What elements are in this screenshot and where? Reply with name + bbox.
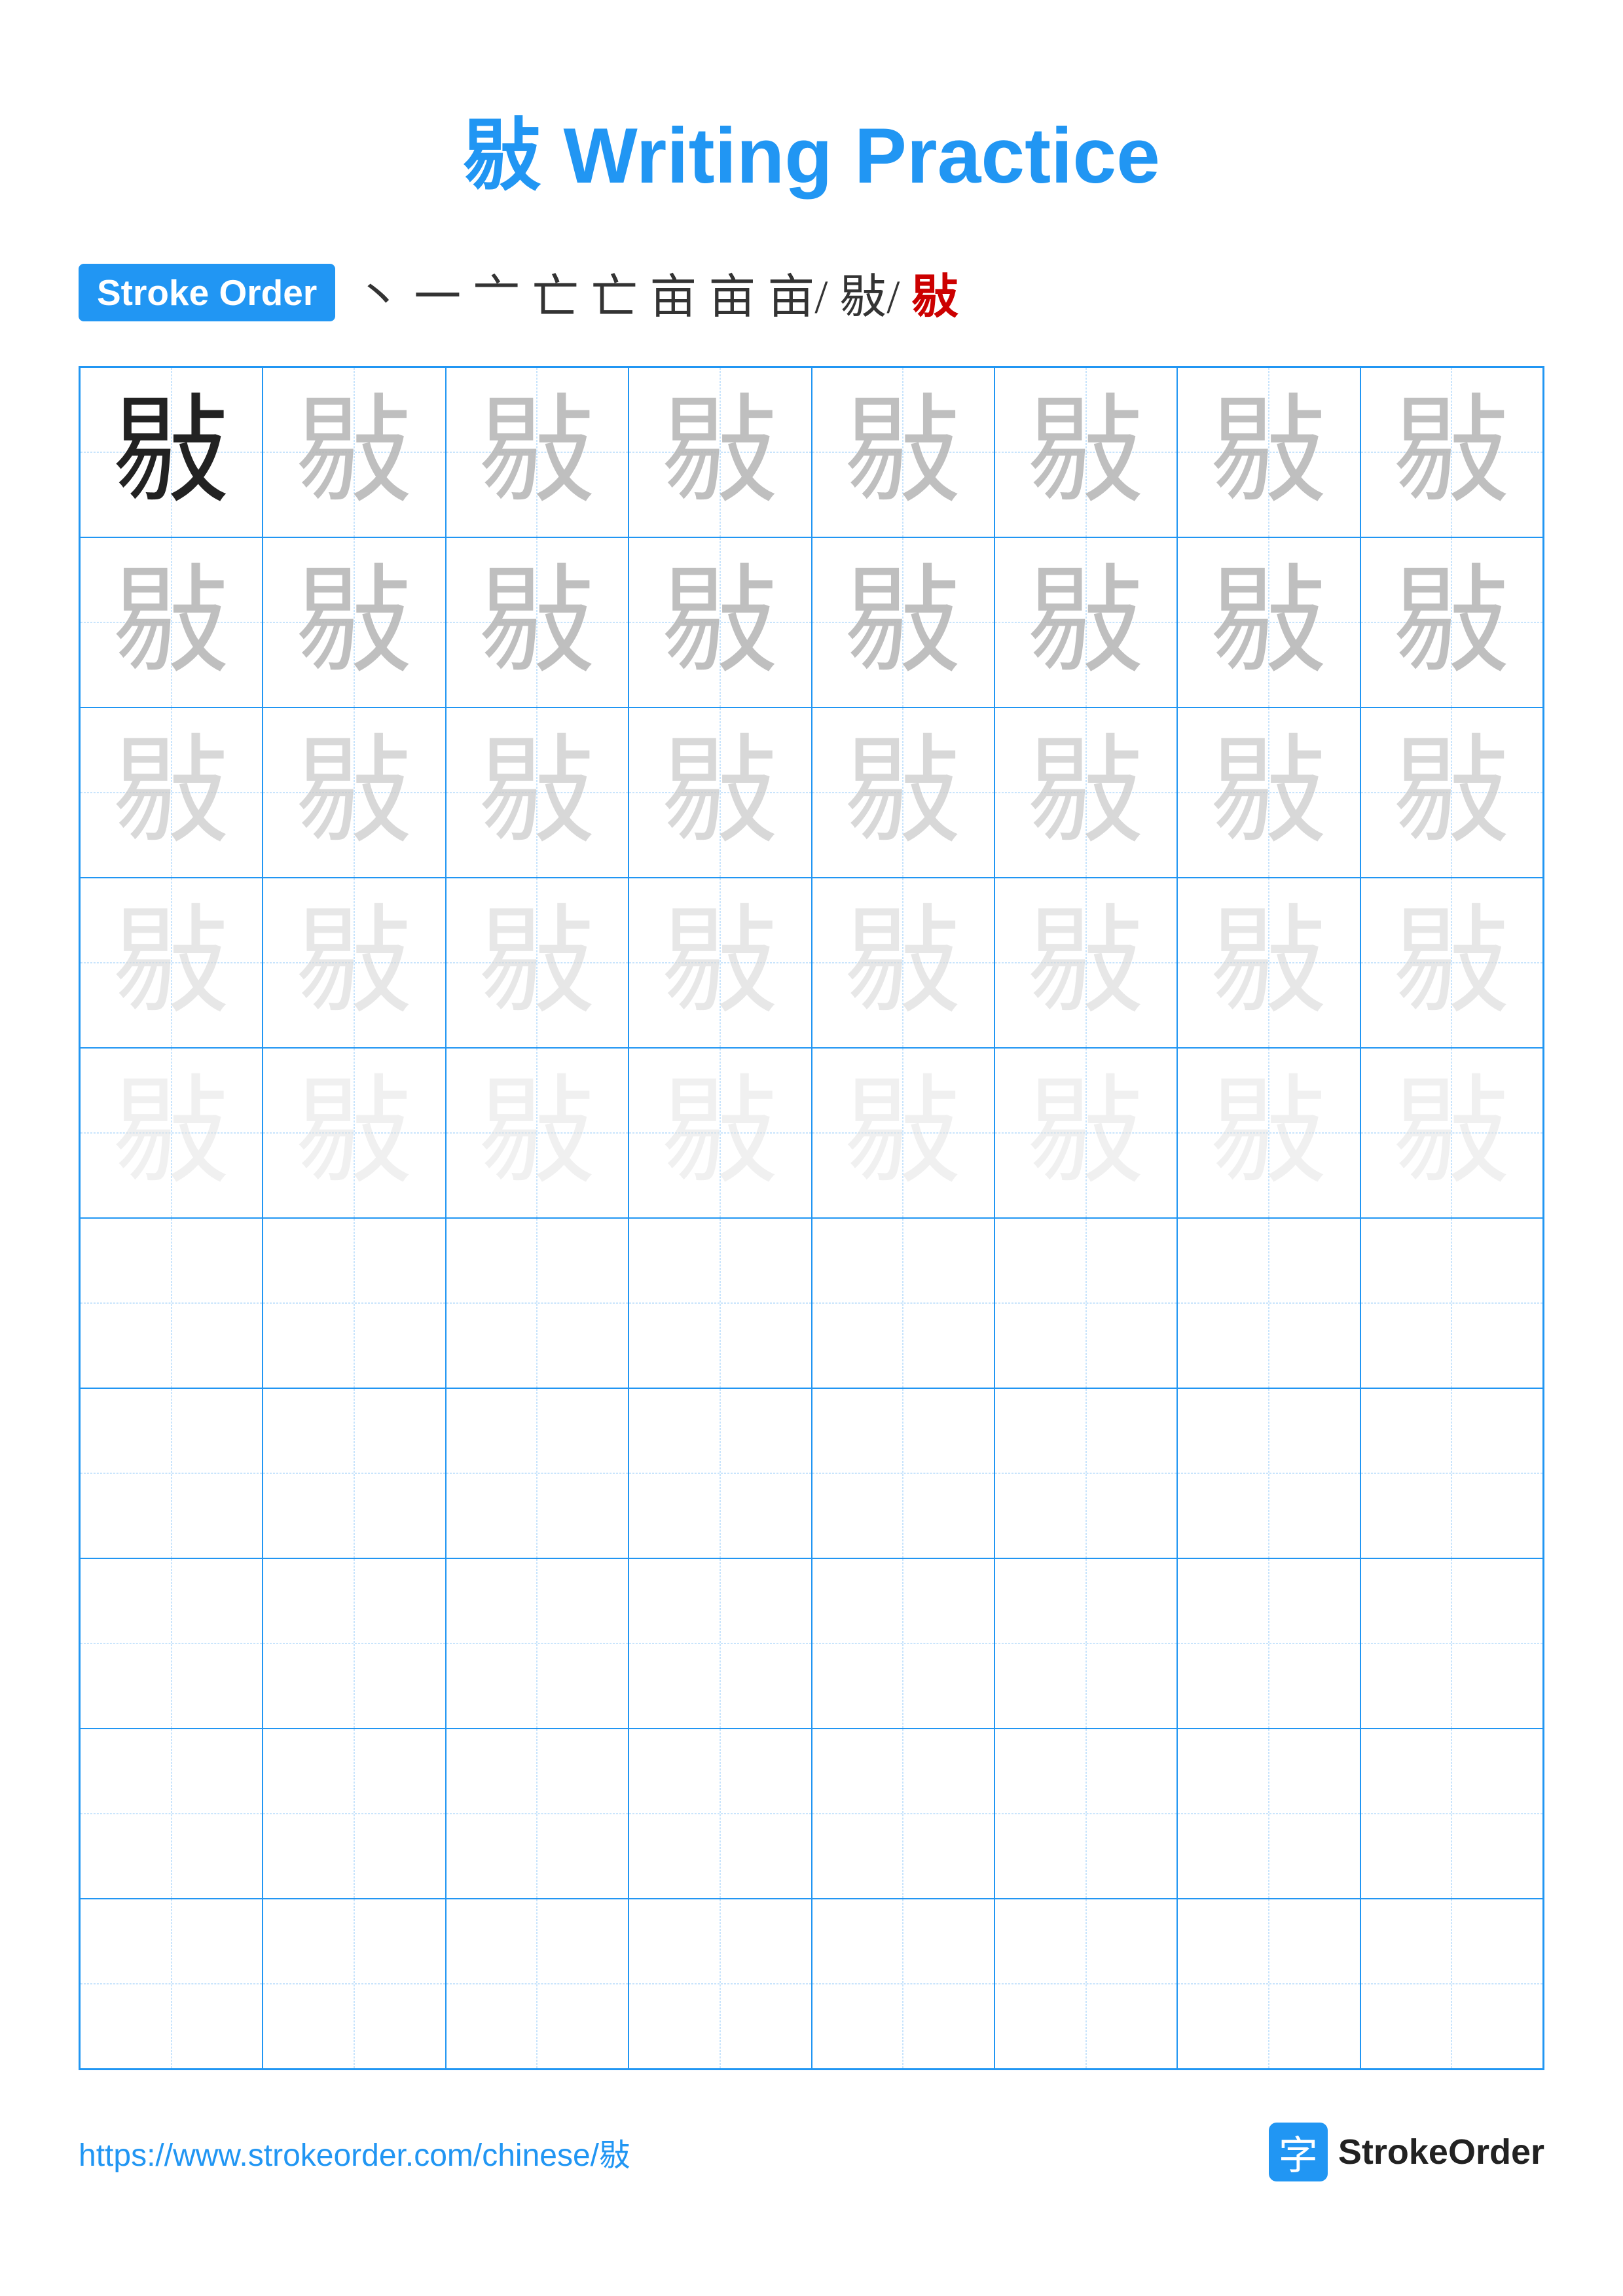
grid-cell[interactable] <box>1177 1218 1360 1388</box>
grid-cell[interactable] <box>629 1899 811 2069</box>
grid-cell[interactable]: 敡 <box>1360 367 1543 537</box>
grid-cell[interactable] <box>994 1558 1177 1729</box>
strokeorder-logo-icon: 字 <box>1269 2123 1328 2181</box>
grid-cell[interactable] <box>812 1218 994 1388</box>
grid-cell[interactable] <box>994 1388 1177 1558</box>
grid-cell[interactable] <box>629 1558 811 1729</box>
grid-cell[interactable]: 敡 <box>812 367 994 537</box>
grid-cell[interactable] <box>812 1729 994 1899</box>
grid-cell[interactable]: 敡 <box>80 1048 263 1218</box>
grid-cell[interactable]: 敡 <box>263 367 445 537</box>
grid-cell[interactable]: 敡 <box>629 1048 811 1218</box>
grid-cell[interactable] <box>812 1558 994 1729</box>
grid-cell[interactable] <box>1360 1218 1543 1388</box>
grid-cell[interactable] <box>446 1388 629 1558</box>
footer-logo: 字 StrokeOrder <box>1269 2123 1544 2181</box>
grid-cell[interactable]: 敡 <box>446 367 629 537</box>
grid-cell[interactable]: 敡 <box>629 367 811 537</box>
grid-cell[interactable] <box>1360 1388 1543 1558</box>
grid-cell[interactable] <box>446 1558 629 1729</box>
grid-cell[interactable]: 敡 <box>80 708 263 878</box>
grid-cell[interactable]: 敡 <box>446 1048 629 1218</box>
grid-cell[interactable] <box>80 1558 263 1729</box>
grid-cell[interactable]: 敡 <box>629 878 811 1048</box>
grid-cell[interactable]: 敡 <box>446 878 629 1048</box>
grid-cell[interactable] <box>994 1729 1177 1899</box>
grid-cell[interactable] <box>1360 1729 1543 1899</box>
grid-cell[interactable]: 敡 <box>629 708 811 878</box>
footer: https://www.strokeorder.com/chinese/敡 字 … <box>79 2123 1544 2181</box>
grid-cell[interactable] <box>994 1218 1177 1388</box>
grid-cell[interactable] <box>263 1388 445 1558</box>
grid-cell[interactable] <box>446 1218 629 1388</box>
grid-cell[interactable]: 敡 <box>263 708 445 878</box>
grid-cell[interactable]: 敡 <box>446 537 629 708</box>
grid-cell[interactable] <box>263 1218 445 1388</box>
grid-cell[interactable]: 敡 <box>1177 367 1360 537</box>
grid-cell[interactable]: 敡 <box>1177 878 1360 1048</box>
grid-cell[interactable]: 敡 <box>994 537 1177 708</box>
grid-cell[interactable]: 敡 <box>812 1048 994 1218</box>
grid-cell[interactable]: 敡 <box>1177 537 1360 708</box>
grid-cell[interactable] <box>80 1218 263 1388</box>
grid-cell[interactable]: 敡 <box>1360 708 1543 878</box>
grid-cell[interactable] <box>80 1388 263 1558</box>
grid-cell[interactable]: 敡 <box>1177 1048 1360 1218</box>
grid-cell[interactable] <box>1360 1558 1543 1729</box>
grid-cell[interactable]: 敡 <box>80 537 263 708</box>
grid-cell[interactable] <box>263 1558 445 1729</box>
footer-logo-text: StrokeOrder <box>1338 2132 1544 2172</box>
grid-cell[interactable]: 敡 <box>263 1048 445 1218</box>
grid-cell[interactable] <box>629 1218 811 1388</box>
stroke-sequence: 丶 一 亠 亡 亡 亩 亩 亩/ 敡/ 敡 <box>355 258 958 327</box>
grid-cell[interactable] <box>446 1899 629 2069</box>
practice-grid: 敡 敡 敡 敡 敡 敡 敡 敡 敡 敡 敡 敡 敡 敡 敡 敡 敡 敡 敡 敡 … <box>79 366 1544 2070</box>
grid-cell[interactable]: 敡 <box>1360 537 1543 708</box>
footer-url[interactable]: https://www.strokeorder.com/chinese/敡 <box>79 2129 630 2175</box>
grid-cell[interactable]: 敡 <box>994 878 1177 1048</box>
grid-cell[interactable]: 敡 <box>629 537 811 708</box>
grid-cell[interactable] <box>812 1899 994 2069</box>
grid-cell[interactable] <box>629 1729 811 1899</box>
grid-cell[interactable]: 敡 <box>446 708 629 878</box>
grid-cell[interactable] <box>1177 1899 1360 2069</box>
page-title: 敡 Writing Practice <box>79 92 1544 206</box>
grid-cell[interactable]: 敡 <box>994 1048 1177 1218</box>
grid-cell[interactable]: 敡 <box>80 878 263 1048</box>
grid-cell[interactable] <box>1360 1899 1543 2069</box>
grid-cell[interactable]: 敡 <box>994 367 1177 537</box>
grid-cell[interactable]: 敡 <box>812 878 994 1048</box>
grid-cell[interactable]: 敡 <box>263 537 445 708</box>
grid-cell[interactable] <box>80 1899 263 2069</box>
grid-cell[interactable] <box>80 1729 263 1899</box>
grid-cell[interactable]: 敡 <box>263 878 445 1048</box>
grid-cell[interactable]: 敡 <box>994 708 1177 878</box>
grid-cell[interactable]: 敡 <box>1360 878 1543 1048</box>
grid-cell[interactable] <box>629 1388 811 1558</box>
grid-cell[interactable] <box>1177 1558 1360 1729</box>
grid-cell[interactable] <box>446 1729 629 1899</box>
stroke-order-row: Stroke Order 丶 一 亠 亡 亡 亩 亩 亩/ 敡/ 敡 <box>79 258 1544 327</box>
grid-cell[interactable]: 敡 <box>812 537 994 708</box>
grid-cell[interactable] <box>263 1729 445 1899</box>
grid-cell[interactable]: 敡 <box>812 708 994 878</box>
grid-cell[interactable] <box>812 1388 994 1558</box>
grid-cell[interactable] <box>263 1899 445 2069</box>
grid-cell[interactable] <box>994 1899 1177 2069</box>
grid-cell[interactable] <box>1177 1388 1360 1558</box>
grid-cell[interactable]: 敡 <box>1360 1048 1543 1218</box>
grid-cell[interactable]: 敡 <box>1177 708 1360 878</box>
grid-cell[interactable]: 敡 <box>80 367 263 537</box>
stroke-order-badge: Stroke Order <box>79 264 335 321</box>
grid-cell[interactable] <box>1177 1729 1360 1899</box>
